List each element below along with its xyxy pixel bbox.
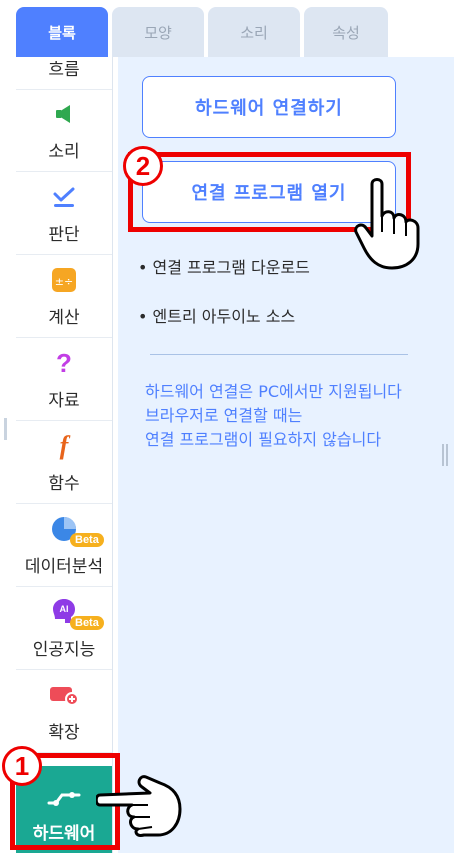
- check-icon: [16, 182, 112, 212]
- tab-properties[interactable]: 속성: [304, 7, 388, 57]
- divider: [150, 354, 408, 355]
- tab-blocks[interactable]: 블록: [16, 7, 108, 57]
- beta-badge: Beta: [70, 533, 104, 547]
- arduino-source-link[interactable]: • 엔트리 아두이노 소스: [138, 303, 295, 327]
- info-line: 브라우저로 연결할 때는: [145, 406, 303, 425]
- info-line: 연결 프로그램이 필요하지 않습니다: [145, 430, 382, 449]
- category-calculation[interactable]: ±÷ 계산: [16, 255, 112, 338]
- panel-scroll-handle[interactable]: [442, 444, 450, 466]
- category-label: 자료: [48, 391, 80, 411]
- category-label: 계산: [48, 308, 80, 328]
- download-program-link[interactable]: • 연결 프로그램 다운로드: [138, 254, 310, 278]
- category-data[interactable]: ? 자료: [16, 338, 112, 421]
- function-icon: f: [59, 431, 69, 460]
- question-icon: ?: [56, 347, 72, 378]
- category-ai[interactable]: AI Beta 인공지능: [16, 587, 112, 670]
- category-label: 소리: [48, 142, 80, 162]
- category-label: 판단: [48, 225, 80, 245]
- sidebar-resize-grip[interactable]: [4, 418, 7, 440]
- category-sound[interactable]: 소리: [16, 89, 112, 172]
- category-label: 확장: [48, 723, 80, 743]
- speaker-icon: [16, 99, 112, 129]
- info-line: 하드웨어 연결은 PC에서만 지원됩니다: [145, 382, 402, 401]
- link-label: 연결 프로그램 다운로드: [152, 258, 310, 277]
- beta-badge: Beta: [70, 616, 104, 630]
- category-judgement[interactable]: 판단: [16, 172, 112, 255]
- tab-sounds[interactable]: 소리: [208, 7, 300, 57]
- step-1-marker: 1: [2, 746, 42, 786]
- pointing-hand-icon: [96, 775, 182, 837]
- category-label: 흐름: [48, 60, 80, 80]
- category-flow[interactable]: 흐름: [16, 57, 112, 90]
- category-label: 함수: [48, 474, 80, 494]
- category-extension[interactable]: 확장: [16, 670, 112, 753]
- step-2-marker: 2: [123, 146, 163, 186]
- link-label: 엔트리 아두이노 소스: [152, 307, 296, 326]
- pointing-hand-icon: [354, 178, 420, 270]
- connect-hardware-button[interactable]: 하드웨어 연결하기: [142, 76, 396, 138]
- tab-shapes[interactable]: 모양: [112, 7, 204, 57]
- block-category-sidebar: 흐름 소리 판단 ±÷ 계산 ? 자료 f 함수 Beta 데이터분석 AI B…: [16, 57, 113, 853]
- calculator-icon: ±÷: [16, 265, 112, 295]
- svg-text:AI: AI: [60, 604, 69, 614]
- category-label: 데이터분석: [24, 557, 104, 577]
- category-data-analysis[interactable]: Beta 데이터분석: [16, 504, 112, 587]
- category-function[interactable]: f 함수: [16, 421, 112, 504]
- category-label: 인공지능: [32, 640, 96, 660]
- svg-text:±÷: ±÷: [55, 275, 73, 288]
- extension-icon: [16, 680, 112, 710]
